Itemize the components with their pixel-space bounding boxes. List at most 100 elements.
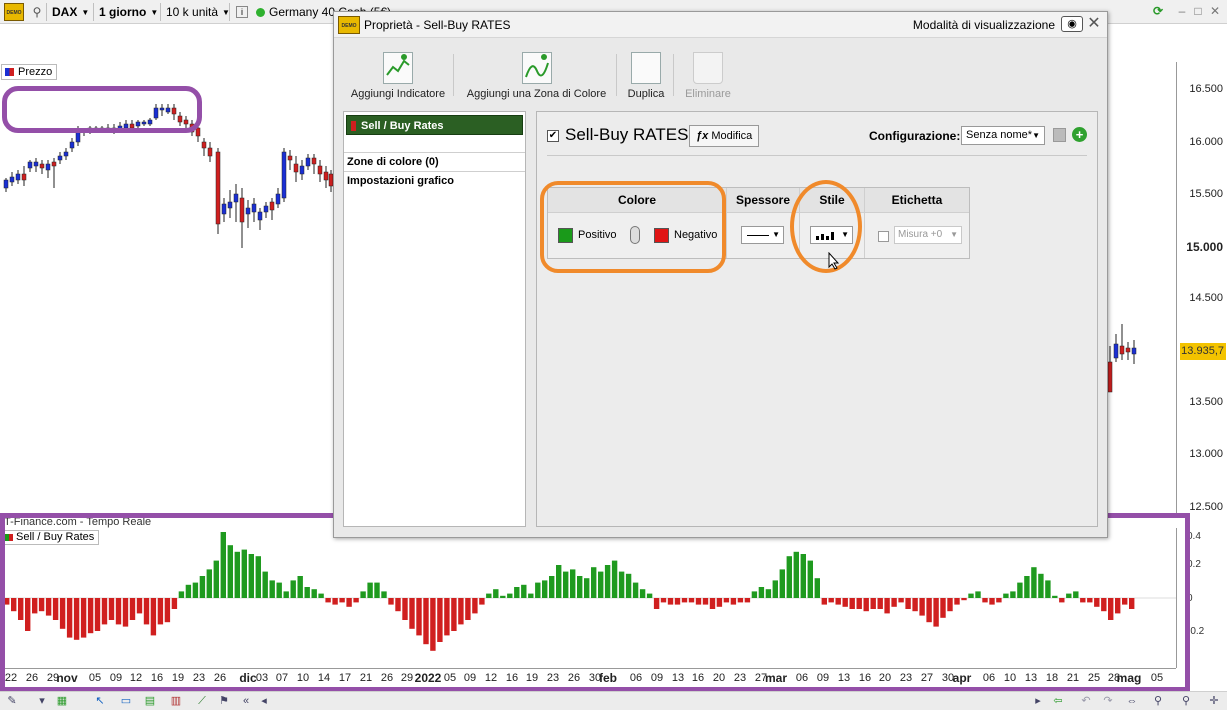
duplicate-button[interactable]: Duplica xyxy=(624,52,668,104)
label-select[interactable]: Misura +0 ▼ xyxy=(894,226,962,244)
date-tick-label: 22 xyxy=(4,672,18,684)
candle-body xyxy=(1131,347,1137,355)
divider xyxy=(726,188,727,258)
close-icon[interactable]: ✕ xyxy=(1085,15,1103,33)
divider xyxy=(229,3,230,21)
line-tool-icon[interactable]: ⟋ xyxy=(194,694,210,709)
undo-icon[interactable]: ↶ xyxy=(1078,694,1094,709)
zoom-out-icon[interactable]: ⚲ xyxy=(1150,694,1166,709)
positive-color-swatch[interactable] xyxy=(558,228,573,243)
indicator-histogram[interactable] xyxy=(0,528,1176,668)
indicator-axis[interactable]: 0.4 0.2 0 -0.2 xyxy=(1176,528,1227,668)
redo-icon[interactable]: ↷ xyxy=(1100,694,1116,709)
candle-body xyxy=(281,151,287,199)
maximize-icon[interactable]: □ xyxy=(1190,3,1206,19)
indicator-legend[interactable]: Sell / Buy Rates xyxy=(1,530,100,545)
histogram-bar xyxy=(947,598,953,612)
alert-icon[interactable]: ⚑ xyxy=(216,694,232,709)
date-tick-label: dic xyxy=(239,671,257,685)
price-legend[interactable]: Prezzo xyxy=(1,64,58,80)
scroll-left-icon[interactable]: ◂ xyxy=(256,694,272,709)
candle-body xyxy=(305,157,311,167)
chart-tool-icon[interactable]: ▦ xyxy=(54,694,70,709)
histogram-bar xyxy=(500,595,506,598)
close-window-icon[interactable]: ✕ xyxy=(1207,3,1223,19)
highlight-oval xyxy=(2,86,202,133)
thickness-select[interactable]: ▼ xyxy=(741,226,784,244)
units-label: 10 k unità xyxy=(166,5,219,19)
histogram-bar xyxy=(521,584,527,598)
histogram-bar xyxy=(234,551,240,598)
histogram-bar xyxy=(367,582,373,598)
crosshair-icon[interactable]: ✛ xyxy=(1206,694,1222,709)
histogram-bar xyxy=(178,591,185,598)
price-tick-label: 16.500 xyxy=(1189,83,1223,95)
demo-icon: DEMO xyxy=(338,16,360,34)
demo-icon[interactable]: DEMO xyxy=(4,3,24,21)
price-axis[interactable]: 16.50016.00015.50015.00014.50014.00013.5… xyxy=(1176,62,1227,514)
histogram-bar xyxy=(961,598,967,601)
add-color-zone-button[interactable]: Aggiungi una Zona di Colore xyxy=(464,52,609,104)
add-indicator-button[interactable]: Aggiungi Indicatore xyxy=(348,52,448,104)
link-icon[interactable] xyxy=(630,226,640,244)
histogram-bar xyxy=(926,598,932,623)
timeframe-select[interactable]: 1 giorno ▼ xyxy=(99,3,158,21)
tree-item-chart-settings[interactable]: Impostazioni grafico xyxy=(344,171,525,190)
histogram-bar xyxy=(870,598,876,609)
arrow-icon[interactable]: ▾ xyxy=(34,694,50,709)
add-indicator-icon xyxy=(383,52,413,84)
units-select[interactable]: 10 k unità ▼ xyxy=(166,3,230,21)
modify-button[interactable]: ƒx Modifica xyxy=(689,125,760,147)
scroll-right-icon[interactable]: ▸ xyxy=(1030,694,1046,709)
instrument-select[interactable]: DAX ▼ xyxy=(52,3,89,21)
histogram-bar xyxy=(45,598,52,616)
current-price-badge: 13.935,7 xyxy=(1180,343,1226,360)
style-select[interactable]: ▼ xyxy=(810,226,853,244)
histogram-bar xyxy=(618,571,625,598)
info-icon[interactable]: i xyxy=(236,6,248,18)
comment-icon[interactable]: ▭ xyxy=(118,694,134,709)
add-config-icon[interactable]: + xyxy=(1072,127,1087,142)
save-icon[interactable] xyxy=(1053,128,1066,142)
pin-icon[interactable]: ⚲ xyxy=(30,3,44,21)
minimize-icon[interactable]: – xyxy=(1174,3,1190,19)
refresh-icon[interactable]: ⟳ xyxy=(1150,3,1166,19)
grid-icon[interactable]: ▤ xyxy=(142,694,158,709)
tree-item-sell-buy-rates[interactable]: Sell / Buy Rates xyxy=(346,115,523,135)
candle-body xyxy=(1125,347,1131,353)
back-icon[interactable]: ⇦ xyxy=(1050,694,1066,709)
date-tick-label: 21 xyxy=(359,672,373,684)
dialog-titlebar[interactable]: DEMO Proprietà - Sell-Buy RATES Modalità… xyxy=(334,12,1107,38)
cursor-tool-icon[interactable]: ↖ xyxy=(92,694,108,709)
histogram-bar xyxy=(32,598,38,614)
more-icon[interactable]: « xyxy=(238,694,254,709)
divider xyxy=(864,188,865,258)
histogram-bar xyxy=(388,598,394,605)
zoom-in-icon[interactable]: ⚲ xyxy=(1178,694,1194,709)
draw-icon[interactable]: ✎ xyxy=(4,694,20,709)
configuration-select[interactable]: Senza nome* ▼ xyxy=(961,126,1045,145)
histogram-bar xyxy=(150,598,157,636)
negative-color-swatch[interactable] xyxy=(654,228,669,243)
histogram-bar xyxy=(709,598,716,609)
label-checkbox[interactable] xyxy=(878,231,889,242)
delete-button[interactable]: Eliminare xyxy=(683,52,733,104)
date-tick-label: 07 xyxy=(275,672,289,684)
indicator-tick-label: 0.2 xyxy=(1187,559,1201,570)
candle-body xyxy=(323,171,329,181)
date-axis[interactable]: 22 26 29 nov 05 09 12 16 19 23 26 dic 03 07 10 14 17 21 26… xyxy=(0,668,1176,686)
indicator-enabled-checkbox[interactable]: ✔ xyxy=(547,130,559,142)
eye-icon[interactable]: ◉ xyxy=(1061,16,1083,32)
divider xyxy=(799,188,800,258)
histogram-bar xyxy=(52,598,59,620)
histogram-bar xyxy=(695,598,702,605)
date-tick-label: 03 xyxy=(255,672,269,684)
histogram-bar xyxy=(199,576,206,598)
date-tick-label: 29 xyxy=(400,672,414,684)
tree-item-color-zones[interactable]: Zone di colore (0) xyxy=(344,152,525,171)
candle-body xyxy=(69,141,75,149)
fit-icon[interactable]: ⇔ xyxy=(1124,694,1140,709)
indicator-tool-icon[interactable]: ▥ xyxy=(168,694,184,709)
histogram-bar xyxy=(297,576,303,598)
date-tick-label: mag xyxy=(1116,671,1142,685)
